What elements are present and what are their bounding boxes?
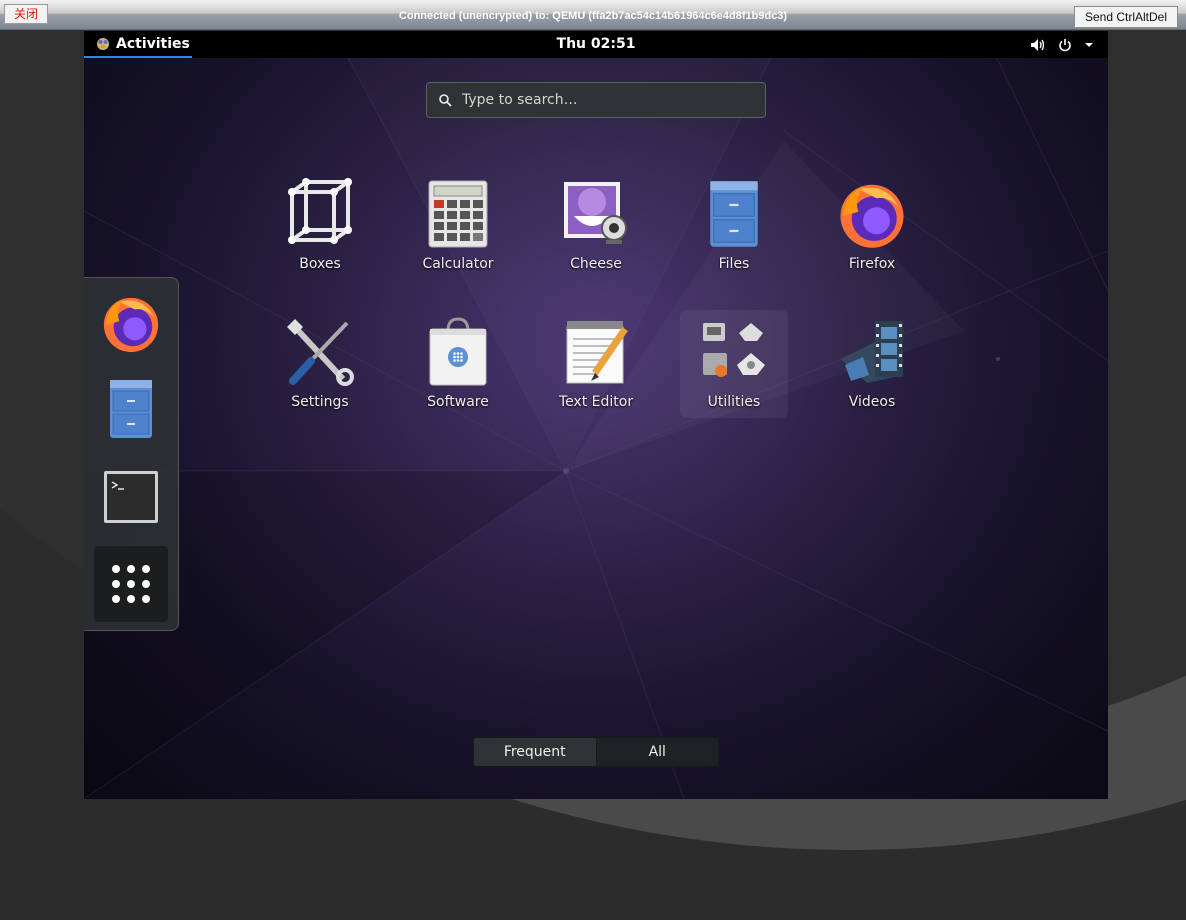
app-settings[interactable]: Settings [266, 310, 374, 418]
app-firefox[interactable]: Firefox [818, 172, 926, 280]
app-boxes[interactable]: Boxes [266, 172, 374, 280]
search-box[interactable] [426, 82, 766, 118]
app-label: Software [427, 394, 489, 410]
vm-screen[interactable]: Activities Thu 02:51 Type to search… Box… [84, 31, 1108, 799]
app-videos[interactable]: Videos [818, 310, 926, 418]
app-files[interactable]: Files [680, 172, 788, 280]
chevron-down-icon [1085, 42, 1093, 47]
app-grid-icon [112, 565, 150, 603]
volume-icon [1031, 38, 1045, 51]
app-label: Text Editor [558, 394, 634, 410]
search-icon [439, 93, 452, 107]
activities-button[interactable]: Activities [84, 31, 192, 58]
dash-files[interactable] [94, 372, 168, 446]
app-label: Firefox [848, 256, 896, 272]
app-label: Settings [291, 394, 349, 410]
system-menu[interactable] [1030, 31, 1094, 58]
firefox-icon [840, 184, 904, 248]
settings-tools-icon [287, 319, 354, 386]
boxes-icon [288, 178, 352, 244]
dash-firefox[interactable] [94, 286, 168, 360]
clock[interactable]: Thu 02:51 [546, 31, 646, 58]
terminal-icon [104, 471, 158, 523]
app-folder-utilities[interactable]: Utilities [680, 310, 788, 418]
app-label: Calculator [422, 256, 494, 272]
app-text-editor[interactable]: Text Editor [542, 310, 650, 418]
calculator-icon [428, 180, 488, 248]
app-label: Videos [848, 394, 896, 410]
firefox-icon [103, 297, 159, 353]
top-panel: Activities Thu 02:51 [84, 31, 1108, 58]
dash [84, 277, 179, 631]
frequent-tab[interactable]: Frequent [474, 738, 597, 766]
cheese-icon [564, 182, 627, 244]
software-bag-icon [429, 317, 487, 386]
dash-terminal[interactable] [94, 460, 168, 534]
app-label: Cheese [570, 256, 622, 272]
files-cabinet-icon [710, 181, 758, 247]
close-button[interactable]: 关闭 [4, 4, 48, 24]
app-software[interactable]: Software [404, 310, 512, 418]
power-icon [1059, 38, 1071, 51]
utilities-folder-icon [703, 323, 765, 377]
all-tab[interactable]: All [596, 738, 718, 766]
app-label: Boxes [299, 256, 341, 272]
app-label: Files [718, 256, 750, 272]
viewer-toolbar: 关闭 Connected (unencrypted) to: QEMU (ffa… [0, 0, 1186, 30]
search-input[interactable] [462, 92, 742, 108]
fedora-logo-icon [97, 37, 109, 50]
files-cabinet-icon [110, 380, 152, 438]
app-label: Utilities [707, 394, 761, 410]
videos-film-icon [841, 321, 903, 383]
show-applications-button[interactable] [94, 546, 168, 622]
activities-label: Activities [116, 35, 190, 52]
app-calculator[interactable]: Calculator [404, 172, 512, 280]
app-cheese[interactable]: Cheese [542, 172, 650, 280]
send-ctrl-alt-del-button[interactable]: Send CtrlAltDel [1074, 6, 1178, 28]
view-switch: Frequent All [473, 737, 719, 767]
text-editor-icon [566, 321, 628, 384]
connection-title: Connected (unencrypted) to: QEMU (ffa2b7… [398, 10, 788, 22]
